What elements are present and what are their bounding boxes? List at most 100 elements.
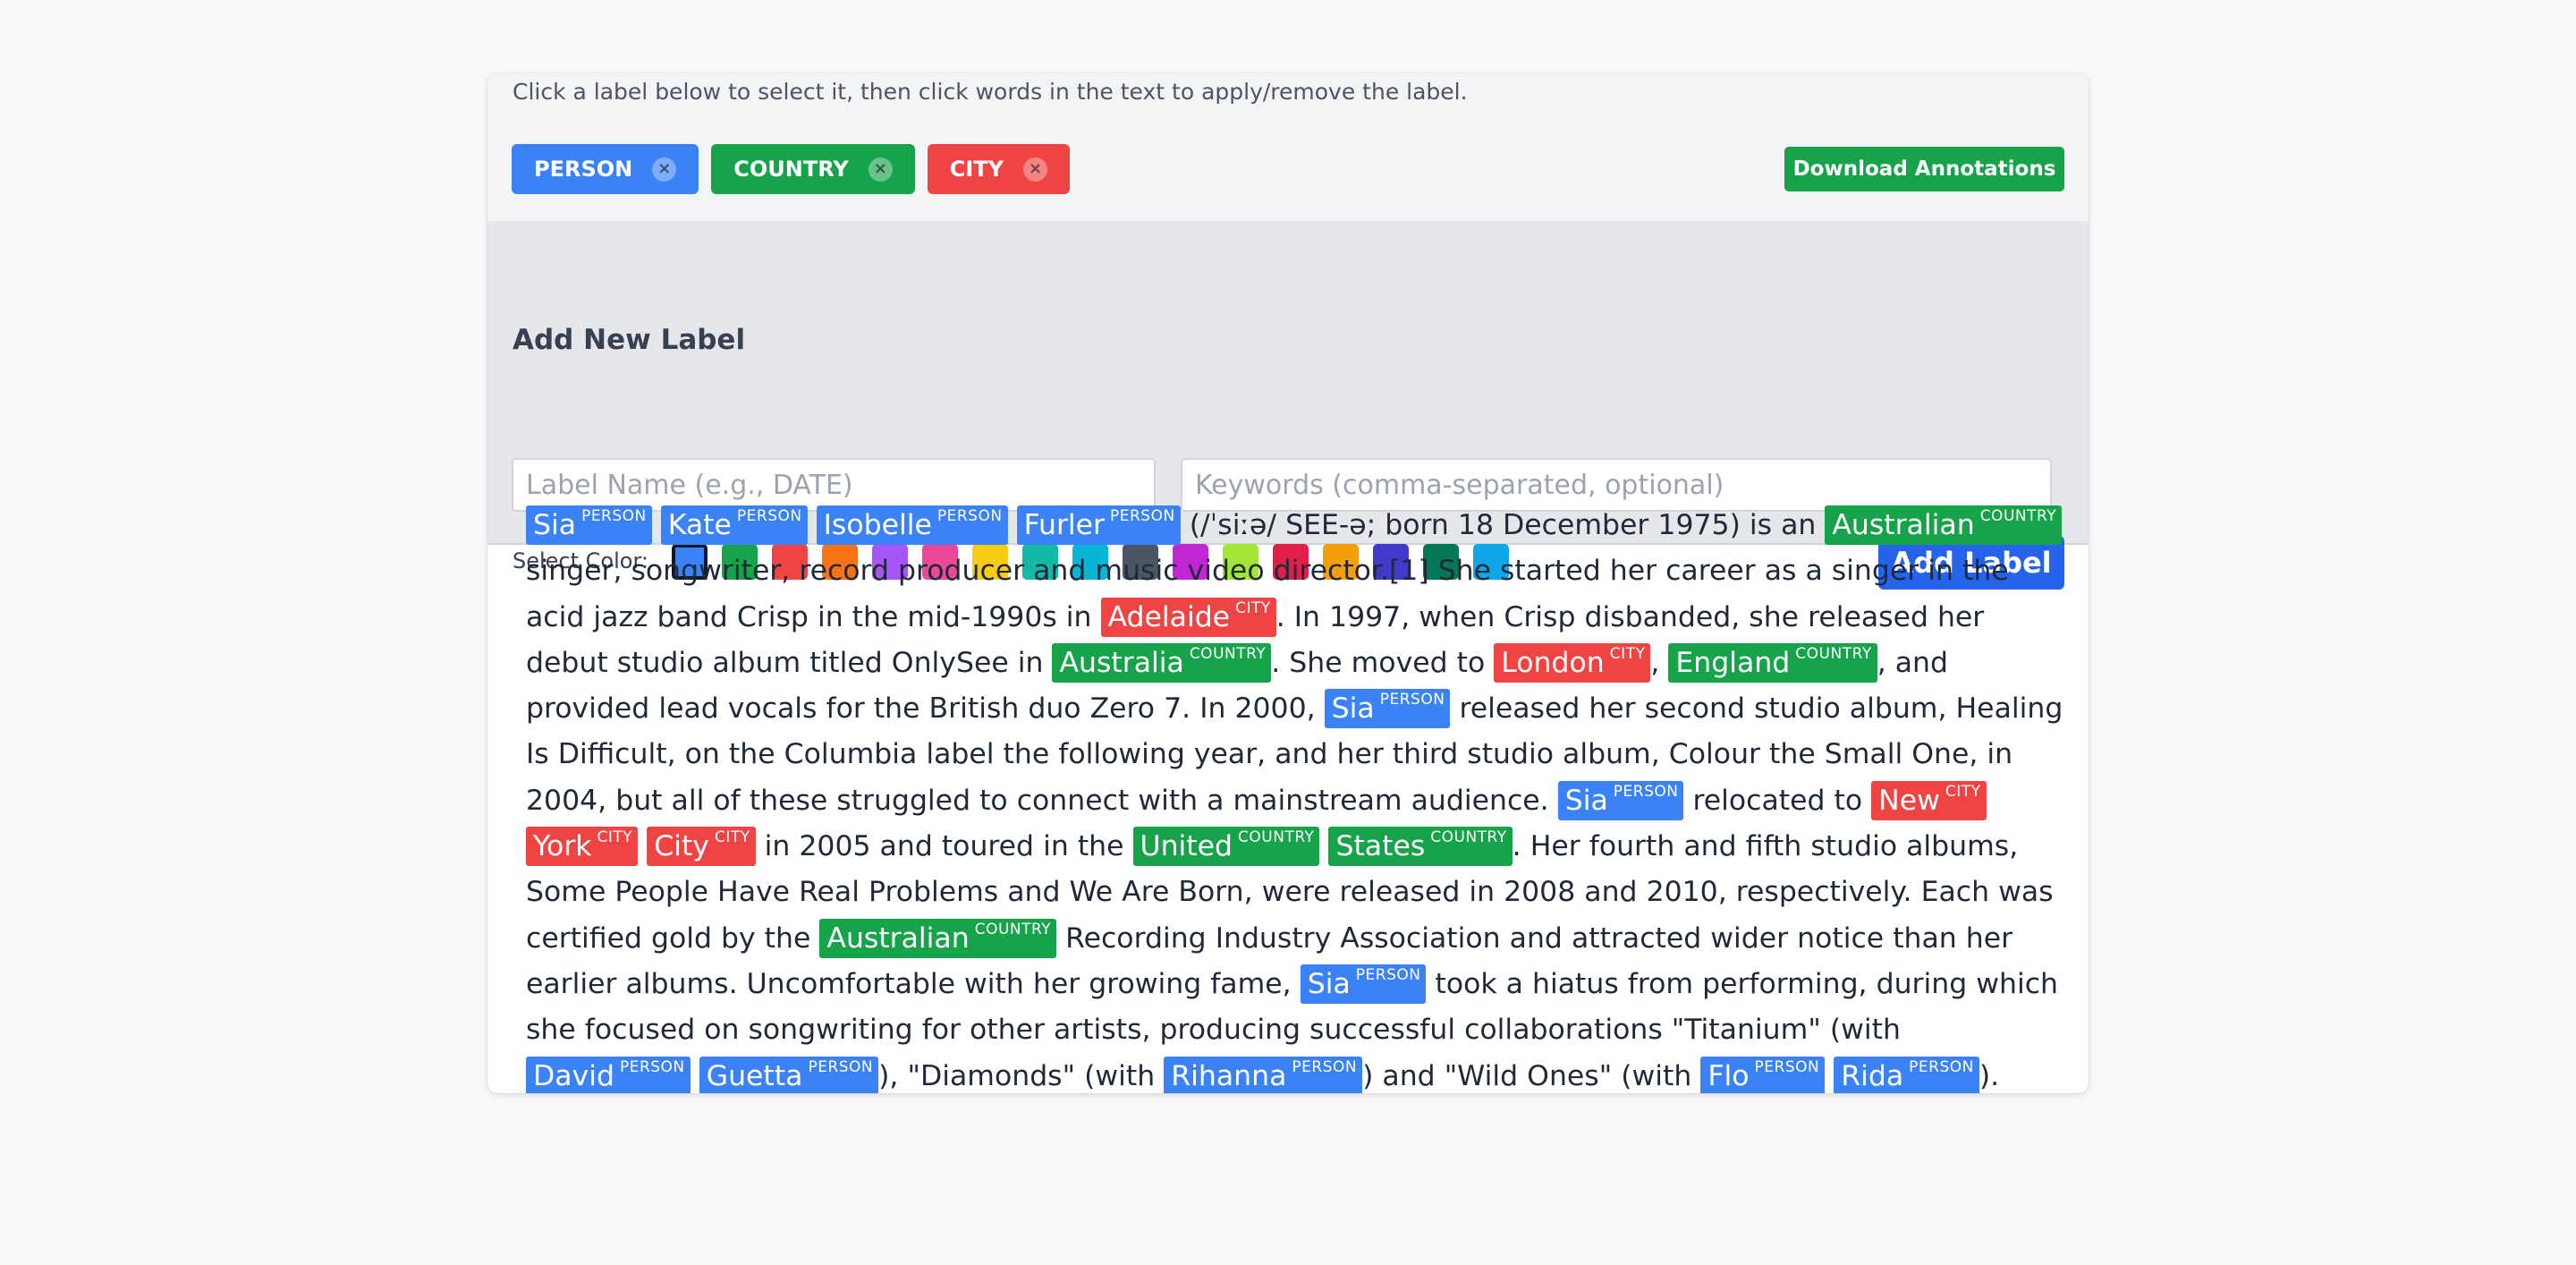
text-word[interactable]: studio: [1754, 692, 1841, 725]
text-word[interactable]: SEE-ə;: [1285, 509, 1376, 541]
text-word[interactable]: Her: [1530, 830, 1580, 862]
text-word[interactable]: singer,: [526, 555, 622, 587]
text-word[interactable]: collaborations: [1464, 1014, 1663, 1046]
text-word[interactable]: "Wild: [1445, 1060, 1518, 1092]
text-word[interactable]: Each: [1921, 876, 1990, 908]
text-word[interactable]: started: [1500, 555, 1601, 587]
entity-city[interactable]: City CITY: [647, 827, 756, 867]
text-word[interactable]: notice: [1797, 922, 1884, 955]
text-word[interactable]: in: [818, 601, 843, 633]
text-word[interactable]: songwriter,: [631, 555, 790, 587]
text-word[interactable]: born: [1385, 509, 1449, 541]
text-word[interactable]: to: [979, 785, 1008, 817]
text-word[interactable]: ).: [1979, 1060, 1999, 1092]
text-word[interactable]: 2004,: [526, 785, 606, 817]
text-word[interactable]: (with: [1621, 1060, 1691, 1092]
text-word[interactable]: second: [1645, 692, 1745, 725]
text-word[interactable]: were: [1262, 876, 1331, 908]
entity-person[interactable]: Kate PERSON: [660, 505, 808, 545]
entity-person[interactable]: Rida PERSON: [1834, 1056, 1979, 1093]
text-word[interactable]: Colour: [1669, 738, 1760, 770]
text-word[interactable]: OnlySee: [892, 647, 1009, 679]
text-word[interactable]: and: [880, 830, 933, 862]
text-word[interactable]: and: [1895, 647, 1948, 679]
text-word[interactable]: hiatus: [1532, 968, 1619, 1000]
entity-country[interactable]: States COUNTRY: [1328, 827, 1513, 867]
text-word[interactable]: Real: [799, 876, 860, 908]
text-word[interactable]: from: [1628, 968, 1693, 1000]
text-word[interactable]: toured: [942, 830, 1034, 862]
text-word[interactable]: British: [929, 692, 1020, 725]
text-word[interactable]: with: [964, 968, 1024, 1000]
text-word[interactable]: debut: [526, 647, 608, 679]
text-word[interactable]: her: [1966, 922, 2012, 955]
text-word[interactable]: fourth: [1589, 830, 1675, 862]
text-word[interactable]: following: [1058, 738, 1185, 770]
entity-city[interactable]: New CITY: [1871, 780, 1987, 820]
entity-person[interactable]: Rihanna PERSON: [1164, 1056, 1363, 1093]
text-word[interactable]: to: [1457, 647, 1486, 679]
text-word[interactable]: gold: [651, 922, 712, 955]
text-word[interactable]: ,: [1877, 647, 1886, 679]
text-word[interactable]: ),: [878, 1060, 898, 1092]
text-word[interactable]: (/ˈsiːə/: [1190, 509, 1276, 541]
text-word[interactable]: to: [1835, 785, 1863, 817]
text-word[interactable]: the: [1078, 830, 1124, 862]
text-word[interactable]: and: [1510, 922, 1563, 955]
text-word[interactable]: for: [826, 692, 864, 725]
text-word[interactable]: on: [685, 738, 720, 770]
text-word[interactable]: music: [1095, 555, 1178, 587]
text-word[interactable]: She: [1438, 555, 1491, 587]
label-chip-city[interactable]: CITY ×: [927, 144, 1071, 194]
text-word[interactable]: by: [721, 922, 756, 955]
label-chip-person[interactable]: PERSON ×: [512, 144, 699, 194]
entity-person[interactable]: Sia PERSON: [1300, 964, 1427, 1004]
text-word[interactable]: album,: [1850, 692, 1947, 725]
text-word[interactable]: Association: [1340, 922, 1500, 955]
text-word[interactable]: .: [1276, 601, 1285, 633]
text-word[interactable]: 7.: [1164, 692, 1191, 725]
text-word[interactable]: respectively.: [1736, 876, 1912, 908]
text-word[interactable]: struggled: [836, 785, 970, 817]
text-word[interactable]: Have: [717, 876, 790, 908]
text-word[interactable]: attracted: [1572, 922, 1701, 955]
download-annotations-button[interactable]: Download Annotations: [1784, 147, 2064, 191]
text-word[interactable]: mainstream: [1233, 785, 1402, 817]
text-word[interactable]: on: [704, 1014, 739, 1046]
text-word[interactable]: a: [1207, 785, 1224, 817]
text-word[interactable]: in: [1043, 830, 1069, 862]
entity-country[interactable]: England COUNTRY: [1668, 642, 1877, 683]
entity-person[interactable]: David PERSON: [526, 1056, 691, 1093]
text-word[interactable]: released: [1459, 692, 1580, 725]
text-word[interactable]: In: [1294, 601, 1320, 633]
text-word[interactable]: and: [1382, 1060, 1435, 1092]
text-word[interactable]: disbanded,: [1584, 601, 1740, 633]
text-word[interactable]: Crisp: [1504, 601, 1575, 633]
text-word[interactable]: released: [1808, 601, 1928, 633]
text-word[interactable]: Problems: [869, 876, 998, 908]
text-word[interactable]: when: [1419, 601, 1495, 633]
text-word[interactable]: than: [1893, 922, 1957, 955]
entity-city[interactable]: Adelaide CITY: [1100, 597, 1276, 637]
text-word[interactable]: she: [1749, 601, 1799, 633]
text-word[interactable]: 2008: [1504, 876, 1575, 908]
text-word[interactable]: but: [615, 785, 662, 817]
text-word[interactable]: fifth: [1746, 830, 1802, 862]
text-word[interactable]: growing: [1089, 968, 1201, 1000]
text-word[interactable]: Ones": [1527, 1060, 1612, 1092]
entity-city[interactable]: London CITY: [1494, 642, 1651, 683]
text-word[interactable]: .: [1513, 830, 1521, 862]
text-word[interactable]: Healing: [1956, 692, 2063, 725]
entity-country[interactable]: Australian COUNTRY: [1825, 505, 2063, 545]
text-word[interactable]: albums,: [1906, 830, 2018, 862]
text-word[interactable]: "Diamonds": [907, 1060, 1075, 1092]
text-word[interactable]: (with: [1084, 1060, 1155, 1092]
text-word[interactable]: year,: [1194, 738, 1266, 770]
text-word[interactable]: label: [926, 738, 994, 770]
text-word[interactable]: Columbia: [784, 738, 918, 770]
text-word[interactable]: jazz: [593, 601, 648, 633]
text-word[interactable]: released: [1339, 876, 1460, 908]
text-word[interactable]: her: [1033, 968, 1080, 1000]
text-word[interactable]: and: [1033, 555, 1086, 587]
text-word[interactable]: video: [1188, 555, 1265, 587]
